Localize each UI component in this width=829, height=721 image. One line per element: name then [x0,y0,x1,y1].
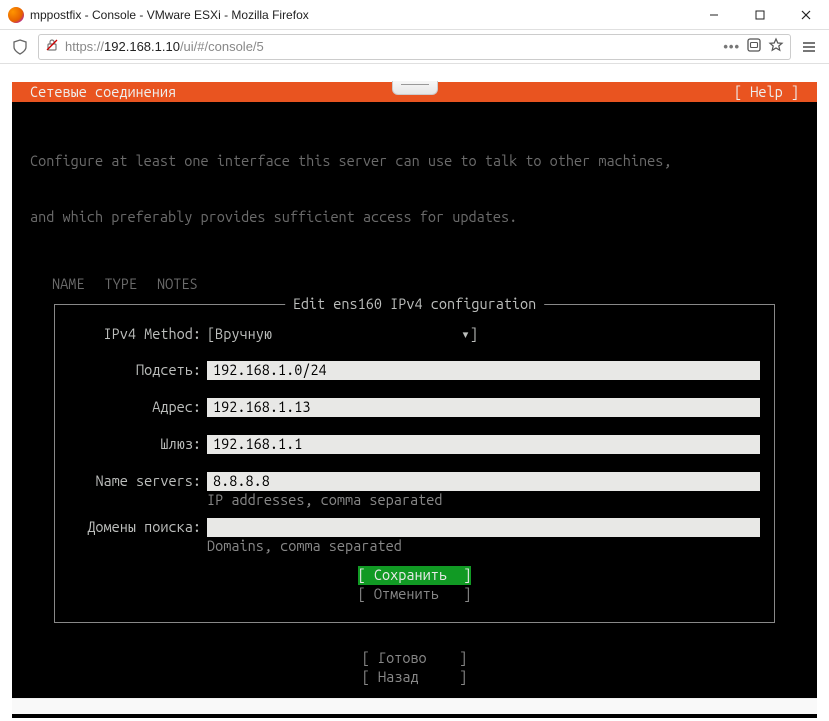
searchdomains-hint: Domains, comma separated [207,537,760,556]
subnet-input[interactable]: 192.168.1.0/24 [207,361,760,380]
browser-status-bar [12,698,817,714]
gateway-input[interactable]: 192.168.1.1 [207,435,760,454]
ipv4-method-select[interactable]: [ Вручную▾ ] [207,325,760,344]
label-searchdomains: Домены поиска: [69,518,207,537]
row-searchdomains: Домены поиска: Domains, comma separated [69,518,760,556]
ipv4-config-dialog: Edit ens160 IPv4 configuration IPv4 Meth… [54,304,775,623]
url-more-icon[interactable]: ••• [723,39,740,54]
footer-buttons: [ Готово ] [ Назад ] [12,649,817,687]
window-maximize[interactable] [737,0,783,30]
label-subnet: Подсеть: [69,361,207,380]
row-address: Адрес: 192.168.1.13 [69,398,760,417]
page-title: Сетевые соединения [30,83,176,102]
col-name: NAME [52,275,84,294]
url-bar: https://192.168.1.10/ui/#/console/5 ••• [0,30,829,64]
save-button[interactable]: [ Сохранить ] [358,566,472,585]
row-gateway: Шлюз: 192.168.1.1 [69,435,760,454]
window-titlebar: mppostfix - Console - VMware ESXi - Mozi… [0,0,829,30]
console-handle-icon[interactable] [392,81,438,95]
window-minimize[interactable] [691,0,737,30]
row-nameservers: Name servers: 8.8.8.8 IP addresses, comm… [69,472,760,510]
row-method: IPv4 Method: [ Вручную▾ ] [69,325,760,344]
row-subnet: Подсеть: 192.168.1.0/24 [69,361,760,380]
reader-mode-icon[interactable] [746,37,762,56]
col-type: TYPE [104,275,136,294]
cancel-button[interactable]: [ Отменить ] [358,585,472,604]
url-text: https://192.168.1.10/ui/#/console/5 [65,39,717,54]
label-address: Адрес: [69,398,207,417]
label-method: IPv4 Method: [69,325,207,344]
url-input[interactable]: https://192.168.1.10/ui/#/console/5 ••• [38,34,791,60]
label-gateway: Шлюз: [69,435,207,454]
nameservers-input[interactable]: 8.8.8.8 [207,472,760,491]
back-button[interactable]: [ Назад ] [362,668,468,687]
firefox-icon [8,7,24,23]
console-viewport: Сетевые соединения [ Help ] Configure at… [12,82,817,718]
lock-icon [45,38,59,55]
dialog-title: Edit ens160 IPv4 configuration [285,295,545,314]
hamburger-menu-icon[interactable] [795,34,823,60]
intro-text: Configure at least one interface this se… [12,102,817,265]
window-title: mppostfix - Console - VMware ESXi - Mozi… [30,8,691,22]
tracking-shield-icon[interactable] [6,34,34,60]
col-notes: NOTES [157,275,198,294]
help-button[interactable]: [ Help ] [734,83,799,102]
label-nameservers: Name servers: [69,472,207,491]
bookmark-star-icon[interactable] [768,37,784,56]
address-input[interactable]: 192.168.1.13 [207,398,760,417]
nameservers-hint: IP addresses, comma separated [207,491,760,510]
window-controls [691,0,829,30]
searchdomains-input[interactable] [207,518,760,537]
chevron-down-icon: ▾ [461,325,470,344]
window-close[interactable] [783,0,829,30]
done-button[interactable]: [ Готово ] [362,649,468,668]
